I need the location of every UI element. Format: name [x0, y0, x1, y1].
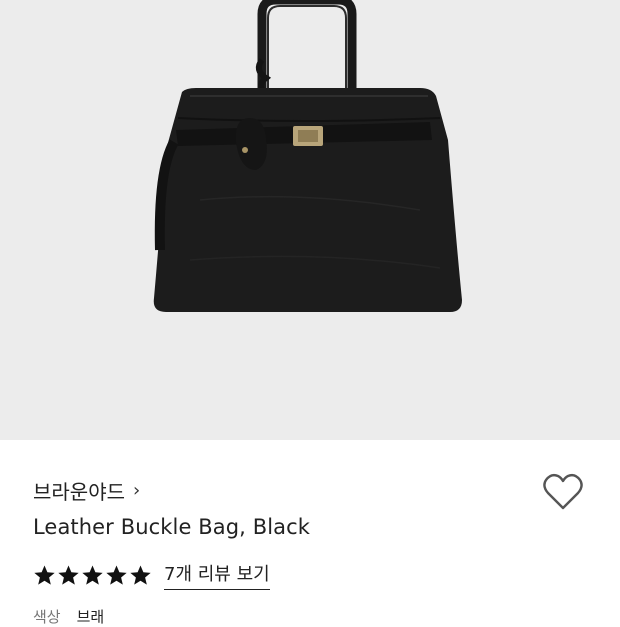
- rating-row: 7개 리뷰 보기: [33, 560, 270, 590]
- chevron-right-icon: ›: [133, 479, 141, 501]
- option-label: 색상: [33, 608, 61, 626]
- star-filled-icon: [34, 564, 55, 585]
- star-filled-icon: [106, 564, 127, 585]
- product-title: Leather Buckle Bag, Black: [33, 515, 311, 539]
- star-filled-icon: [58, 564, 79, 585]
- review-link[interactable]: 7개 리뷰 보기: [164, 560, 270, 590]
- star-filled-icon: [82, 564, 103, 585]
- bag-illustration: [153, 0, 462, 312]
- brand-link[interactable]: 브라운야드 ›: [33, 476, 140, 505]
- rating-stars: [33, 564, 152, 587]
- brand-name: 브라운야드: [33, 480, 125, 504]
- heart-outline-icon[interactable]: [542, 472, 584, 512]
- option-value: 브래: [76, 608, 105, 626]
- product-image[interactable]: [0, 0, 620, 440]
- option-row: 색상 브래: [33, 606, 104, 627]
- product-info: 브라운야드 › Leather Buckle Bag, Black 7개 리뷰 …: [0, 440, 620, 626]
- star-filled-icon: [130, 564, 151, 585]
